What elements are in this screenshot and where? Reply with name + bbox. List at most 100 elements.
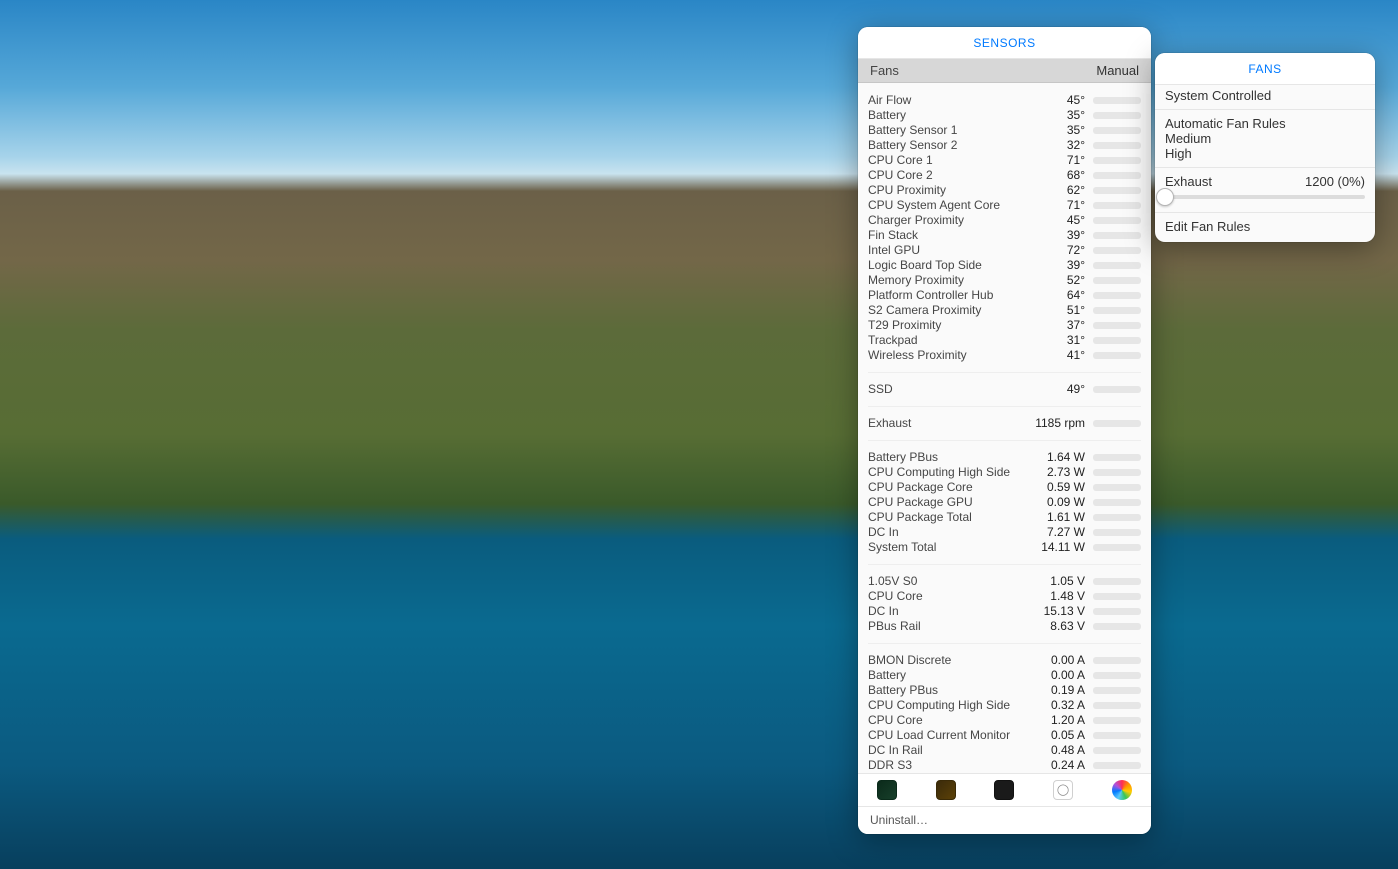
sensor-value: 14.11 W: [1041, 540, 1085, 555]
sensor-row[interactable]: Air Flow45°: [858, 93, 1151, 108]
system-controlled-option[interactable]: System Controlled: [1165, 88, 1365, 103]
fan-rule-option[interactable]: High: [1165, 146, 1365, 161]
sensor-bar: [1093, 529, 1141, 536]
sensor-name: CPU Package Core: [868, 480, 973, 495]
edit-fan-rules-button[interactable]: Edit Fan Rules: [1165, 219, 1365, 234]
sensor-value: 35°: [1067, 123, 1085, 138]
activity-monitor-icon[interactable]: [877, 780, 897, 800]
sensor-row[interactable]: Fin Stack39°: [858, 228, 1151, 243]
sensor-value: 72°: [1067, 243, 1085, 258]
sensor-name: Battery Sensor 2: [868, 138, 957, 153]
sensor-bar: [1093, 762, 1141, 769]
sensor-row[interactable]: Charger Proximity45°: [858, 213, 1151, 228]
sensor-row[interactable]: CPU Core1.48 V: [858, 589, 1151, 604]
sensor-row[interactable]: CPU Core 268°: [858, 168, 1151, 183]
sensor-value: 52°: [1067, 273, 1085, 288]
sensor-bar: [1093, 608, 1141, 615]
sensor-row[interactable]: CPU Computing High Side2.73 W: [858, 465, 1151, 480]
sensor-row[interactable]: Intel GPU 72°: [858, 243, 1151, 258]
sensor-row[interactable]: Battery Sensor 135°: [858, 123, 1151, 138]
sensor-value: 71°: [1067, 153, 1085, 168]
sensor-row[interactable]: CPU Package Total1.61 W: [858, 510, 1151, 525]
sensor-value: 71°: [1067, 198, 1085, 213]
sensor-value: 0.05 A: [1051, 728, 1085, 743]
sensor-row[interactable]: CPU System Agent Core 71°: [858, 198, 1151, 213]
exhaust-slider[interactable]: [1165, 195, 1365, 199]
sensor-row[interactable]: Memory Proximity52°: [858, 273, 1151, 288]
sensor-bar: [1093, 97, 1141, 104]
sensor-bar: [1093, 702, 1141, 709]
sensor-row[interactable]: CPU Proximity62°: [858, 183, 1151, 198]
sensor-name: Exhaust: [868, 416, 911, 431]
sensor-row[interactable]: PBus Rail8.63 V: [858, 619, 1151, 634]
exhaust-slider-thumb[interactable]: [1156, 188, 1174, 206]
sensor-row[interactable]: Trackpad31°: [858, 333, 1151, 348]
uninstall-button[interactable]: Uninstall…: [858, 806, 1151, 834]
sensor-row[interactable]: Battery PBus0.19 A: [858, 683, 1151, 698]
terminal-icon[interactable]: [994, 780, 1014, 800]
sensor-row[interactable]: DC In7.27 W: [858, 525, 1151, 540]
sensor-bar: [1093, 386, 1141, 393]
fan-rule-option[interactable]: Automatic Fan Rules: [1165, 116, 1365, 131]
sensor-row[interactable]: DDR S30.24 A: [858, 758, 1151, 773]
sensor-row[interactable]: Battery35°: [858, 108, 1151, 123]
sensor-row[interactable]: CPU Core1.20 A: [858, 713, 1151, 728]
sensor-row[interactable]: Platform Controller Hub64°: [858, 288, 1151, 303]
sensor-bar: [1093, 262, 1141, 269]
sensor-row[interactable]: Exhaust1185 rpm: [858, 416, 1151, 431]
sensor-bar: [1093, 202, 1141, 209]
sensor-value: 1.61 W: [1047, 510, 1085, 525]
sensor-name: Fin Stack: [868, 228, 918, 243]
sensor-name: CPU System Agent Core: [868, 198, 1000, 213]
sensor-name: Intel GPU: [868, 243, 920, 258]
sensor-row[interactable]: System Total14.11 W: [858, 540, 1151, 555]
sensor-bar: [1093, 469, 1141, 476]
sensor-row[interactable]: Battery PBus1.64 W: [858, 450, 1151, 465]
sensor-row[interactable]: Battery0.00 A: [858, 668, 1151, 683]
sensor-row[interactable]: T29 Proximity37°: [858, 318, 1151, 333]
sensor-row[interactable]: DC In Rail0.48 A: [858, 743, 1151, 758]
divider: [1155, 167, 1375, 168]
sensor-row[interactable]: Wireless Proximity41°: [858, 348, 1151, 363]
color-wheel-icon[interactable]: [1112, 780, 1132, 800]
sensor-row[interactable]: Logic Board Top Side39°: [858, 258, 1151, 273]
sensors-panel-title: SENSORS: [858, 27, 1151, 59]
sensor-name: CPU Load Current Monitor: [868, 728, 1010, 743]
sensor-name: CPU Core 2: [868, 168, 933, 183]
sensor-row[interactable]: CPU Load Current Monitor 0.05 A: [858, 728, 1151, 743]
sensor-bar: [1093, 157, 1141, 164]
fan-rule-option[interactable]: Medium: [1165, 131, 1365, 146]
system-info-icon[interactable]: [1053, 780, 1073, 800]
sensor-row[interactable]: BMON Discrete0.00 A: [858, 653, 1151, 668]
sensor-value: 49°: [1067, 382, 1085, 397]
sensor-name: Battery: [868, 108, 906, 123]
sensor-name: Logic Board Top Side: [868, 258, 982, 273]
sensor-bar: [1093, 420, 1141, 427]
sensor-row[interactable]: CPU Computing High Side0.32 A: [858, 698, 1151, 713]
stats-icon[interactable]: [936, 780, 956, 800]
sensor-name: S2 Camera Proximity: [868, 303, 981, 318]
sensors-subheader: Fans Manual: [858, 59, 1151, 83]
sensor-bar: [1093, 672, 1141, 679]
sensor-row[interactable]: Battery Sensor 232°: [858, 138, 1151, 153]
subheader-right-label[interactable]: Manual: [1096, 63, 1139, 78]
sensor-row[interactable]: 1.05V S01.05 V: [858, 574, 1151, 589]
sensor-row[interactable]: SSD49°: [858, 382, 1151, 397]
sensor-row[interactable]: CPU Package Core0.59 W: [858, 480, 1151, 495]
sensor-name: Charger Proximity: [868, 213, 964, 228]
exhaust-value: 1200 (0%): [1305, 174, 1365, 189]
sensor-name: Battery: [868, 668, 906, 683]
sensor-name: CPU Core 1: [868, 153, 933, 168]
sensor-value: 8.63 V: [1050, 619, 1085, 634]
sensor-value: 0.48 A: [1051, 743, 1085, 758]
sensor-name: DC In: [868, 604, 899, 619]
sensor-bar: [1093, 747, 1141, 754]
sensor-row[interactable]: CPU Core 1 71°: [858, 153, 1151, 168]
sensor-name: CPU Computing High Side: [868, 465, 1010, 480]
sensor-row[interactable]: DC In15.13 V: [858, 604, 1151, 619]
sensor-row[interactable]: S2 Camera Proximity51°: [858, 303, 1151, 318]
sensor-bar: [1093, 142, 1141, 149]
sensors-scroll-area[interactable]: Air Flow45°Battery35°Battery Sensor 135°…: [858, 83, 1151, 773]
sensor-bar: [1093, 499, 1141, 506]
sensor-row[interactable]: CPU Package GPU0.09 W: [858, 495, 1151, 510]
